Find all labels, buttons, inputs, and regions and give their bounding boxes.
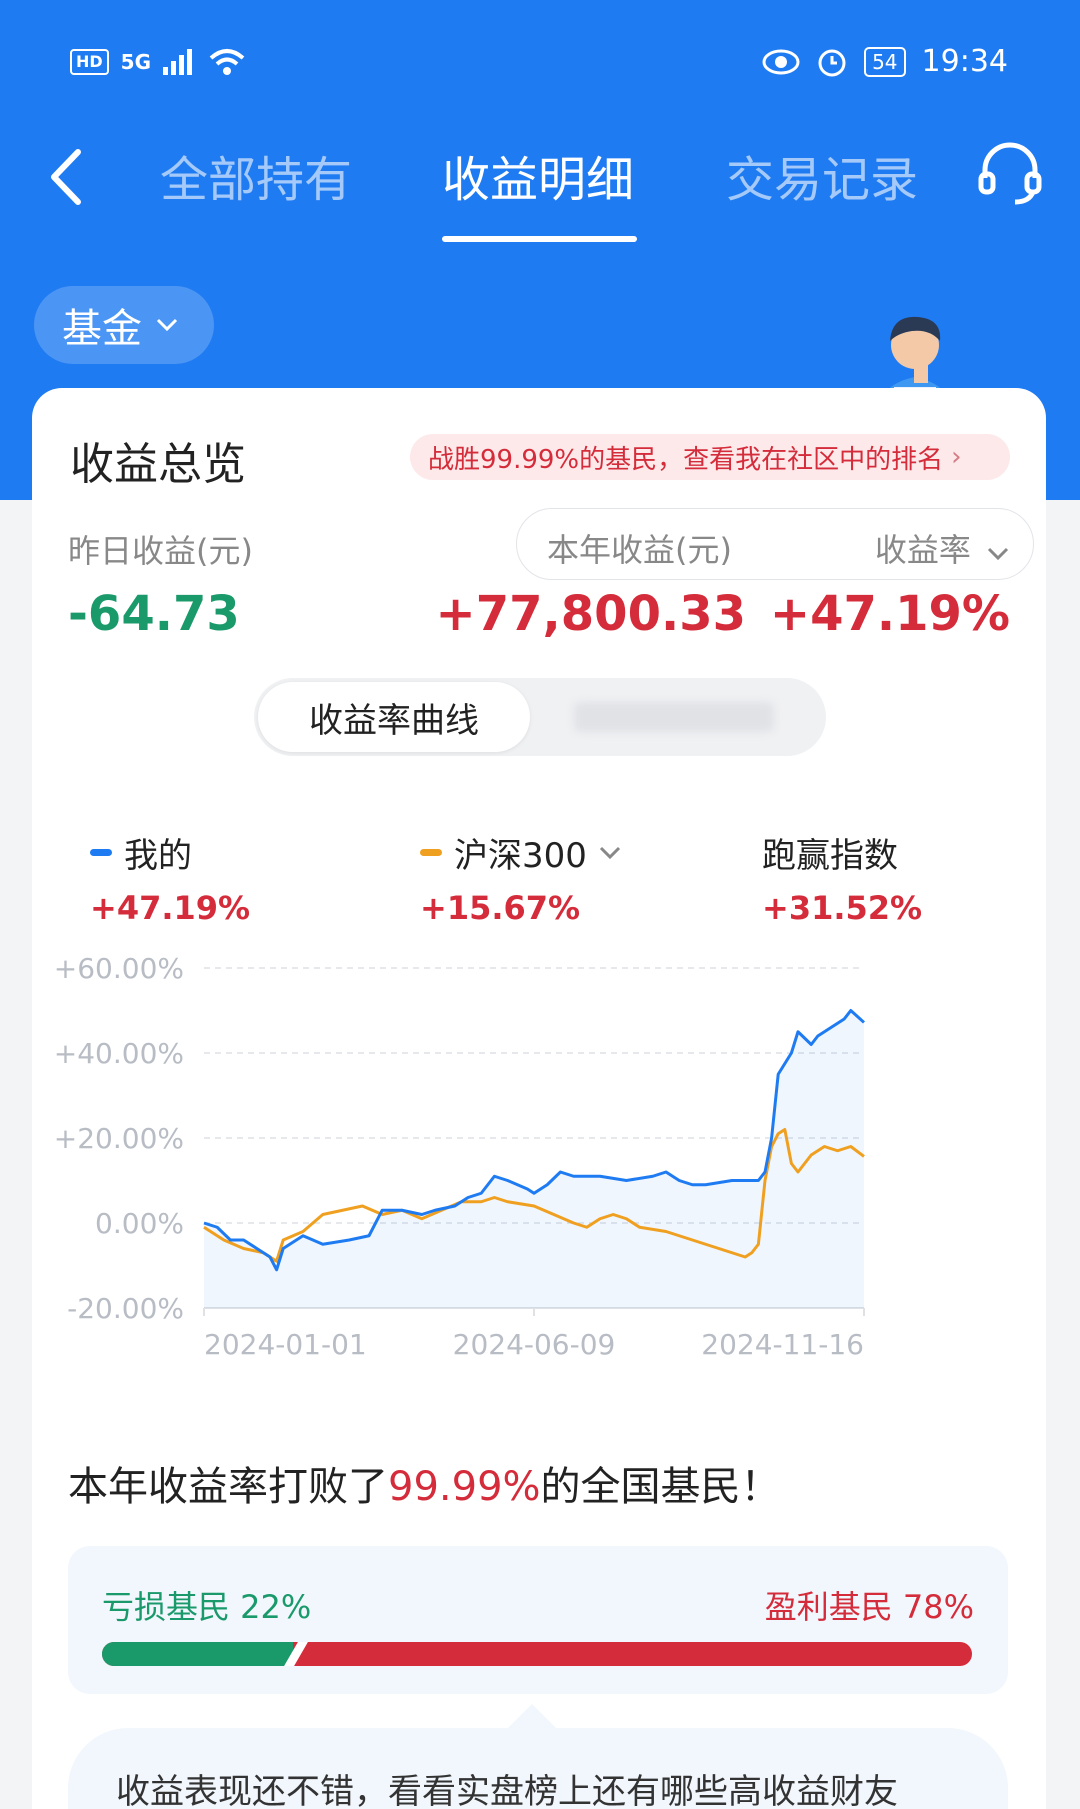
- series-mine-area: [204, 1010, 864, 1308]
- fund-type-dropdown[interactable]: 基金: [34, 286, 214, 364]
- chevron-down-icon: [156, 318, 178, 332]
- eye-icon: [762, 49, 800, 74]
- return-chart: +60.00% +40.00% +20.00% 0.00% -20.00% 2024-01…: [54, 952, 866, 1361]
- legend-index-name: 沪深300: [454, 836, 587, 876]
- beat-sentence: 本年收益率打败了99.99%的全国基民！: [68, 1454, 781, 1512]
- yesterday-earnings-label: 昨日收益(元): [68, 532, 253, 570]
- blurred-second-tab[interactable]: [574, 702, 774, 732]
- fund-type-label: 基金: [62, 306, 142, 352]
- legend-swatch-orange: [420, 849, 442, 856]
- chevron-down-icon: [987, 547, 1009, 561]
- active-tab-indicator: [442, 236, 637, 242]
- beat-prefix: 本年收益率打败了: [68, 1464, 388, 1510]
- legend-mine-name: 我的: [124, 836, 192, 876]
- wifi-icon: [209, 49, 245, 75]
- year-earnings-value: +77,800.33: [435, 586, 746, 642]
- return-rate-label: 收益率: [874, 531, 971, 569]
- signal-icon: [163, 49, 193, 75]
- chevron-right-icon: ›: [951, 442, 962, 472]
- network-label: 5G: [120, 50, 152, 74]
- loss-fill: [102, 1642, 294, 1666]
- status-bar: HD 5G 54 19:34: [0, 40, 1080, 90]
- legend-swatch-blue: [90, 849, 112, 856]
- legend-mine: 我的 +47.19%: [90, 828, 250, 927]
- top-nav: 全部持有 收益明细 交易记录: [0, 130, 1080, 250]
- loss-investors-label: 亏损基民 22%: [102, 1588, 312, 1626]
- return-rate-value: +47.19%: [769, 586, 1010, 642]
- legend-beat: 跑赢指数 +31.52%: [762, 828, 922, 927]
- tab-all-holdings[interactable]: 全部持有: [160, 140, 352, 210]
- y-tick-label: +20.00%: [54, 1122, 184, 1155]
- ranking-banner-text: 战胜99.99%的基民，查看我在社区中的排名: [428, 444, 944, 475]
- yesterday-earnings-value: -64.73: [68, 586, 240, 642]
- beat-suffix: 的全国基民！: [540, 1464, 781, 1510]
- gain-investors-label: 盈利基民 78%: [764, 1588, 974, 1626]
- distribution-bar: [102, 1642, 972, 1666]
- leaderboard-tip-text: 收益表现还不错，看看实盘榜上还有哪些高收益财友: [116, 1772, 898, 1809]
- x-tick-label: 2024-11-16: [701, 1328, 864, 1361]
- overview-title: 收益总览: [70, 439, 246, 490]
- year-earnings-label: 本年收益(元): [547, 531, 732, 569]
- tab-earnings-detail[interactable]: 收益明细: [442, 140, 634, 210]
- y-tick-label: -20.00%: [67, 1292, 184, 1325]
- return-rate-dropdown[interactable]: 收益率: [875, 525, 1009, 571]
- legend-index-value: +15.67%: [420, 889, 581, 927]
- battery-icon: 54: [864, 46, 906, 77]
- y-tick-label: 0.00%: [95, 1207, 184, 1240]
- back-arrow-icon[interactable]: [40, 142, 100, 212]
- y-tick-label: +60.00%: [54, 952, 184, 985]
- beat-highlight: 99.99%: [388, 1464, 541, 1510]
- y-tick-label: +40.00%: [54, 1037, 184, 1070]
- chevron-down-icon: [599, 846, 620, 859]
- legend-beat-name: 跑赢指数: [762, 836, 898, 876]
- customer-service-icon[interactable]: [975, 140, 1045, 210]
- x-tick-label: 2024-06-09: [453, 1328, 616, 1361]
- legend-beat-value: +31.52%: [762, 889, 923, 927]
- legend-index[interactable]: 沪深300 +15.67%: [420, 828, 621, 927]
- chart-mode-switch: 收益率曲线: [254, 678, 826, 756]
- investor-distribution: 亏损基民 22% 盈利基民 78%: [68, 1546, 1008, 1694]
- x-tick-label: 2024-01-01: [204, 1328, 367, 1361]
- legend-mine-value: +47.19%: [90, 889, 251, 927]
- clock-time: 19:34: [921, 44, 1008, 79]
- ranking-banner[interactable]: 战胜99.99%的基民，查看我在社区中的排名 ›: [410, 434, 1010, 480]
- hd-icon: HD: [70, 49, 109, 75]
- tab-transaction-records[interactable]: 交易记录: [726, 140, 918, 210]
- year-summary-pill: 本年收益(元) 收益率: [516, 508, 1034, 580]
- return-curve-tab[interactable]: 收益率曲线: [258, 682, 530, 752]
- alarm-icon: [818, 49, 846, 76]
- leaderboard-tip[interactable]: 收益表现还不错，看看实盘榜上还有哪些高收益财友: [68, 1704, 1008, 1809]
- earnings-card: 收益总览 战胜99.99%的基民，查看我在社区中的排名 › 昨日收益(元) -6…: [32, 388, 1046, 1809]
